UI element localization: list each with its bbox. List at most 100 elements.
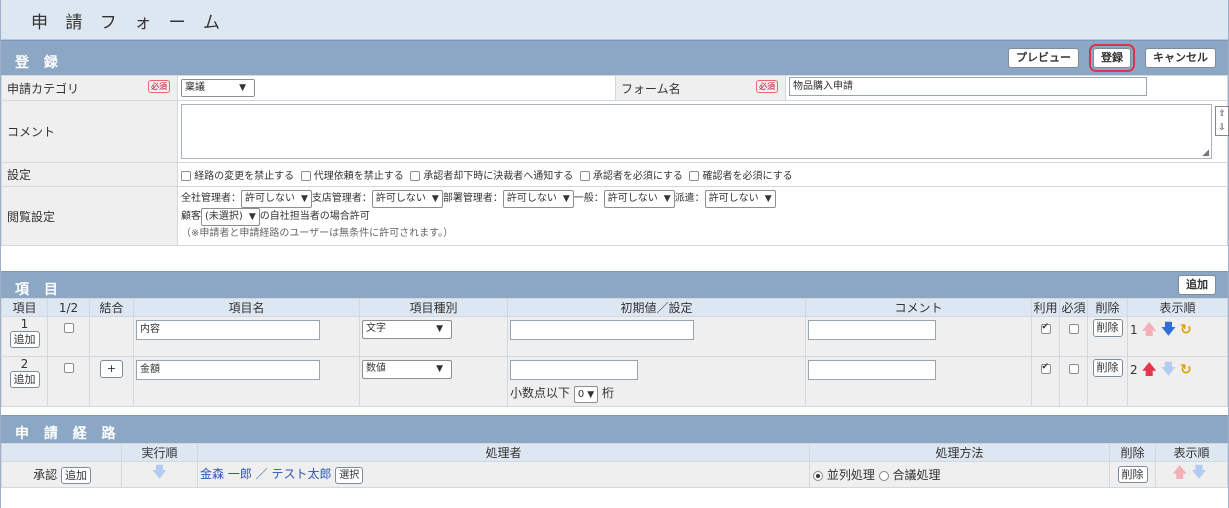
customer-permission-row: 顧客 (未選択) ▼ の自社担当者の場合許可 — [181, 208, 1227, 226]
form-name-input[interactable]: 物品購入申請 — [789, 77, 1147, 96]
checkbox-notify-on-reject[interactable] — [410, 171, 421, 181]
add-item-button[interactable]: 追加 — [1178, 275, 1216, 295]
radio-parallel[interactable] — [813, 470, 823, 481]
move-down-icon[interactable]: 🡇 — [1161, 320, 1176, 338]
perm-label: 部署管理者： — [442, 193, 503, 204]
perm-select-company-admin[interactable]: 許可しない ▼ — [241, 190, 312, 208]
select-handler-button[interactable]: 選択 — [335, 467, 364, 484]
setting-label: 代理依頼を禁止する — [313, 171, 404, 182]
revert-icon[interactable]: ↻ — [1180, 322, 1192, 338]
page-title: 申 請 フ ォ ー ム — [1, 0, 1228, 40]
item-type-cell: 数値 ▼ — [359, 356, 508, 407]
move-down-icon[interactable]: 🡇 — [152, 463, 167, 481]
expand-toggle-icon[interactable]: ⇧ ⇩ — [1215, 106, 1229, 136]
item-name-input[interactable]: 内容 — [136, 320, 320, 340]
item-type-value: 数値 — [366, 363, 386, 374]
route-table: 実行順 処理者 処理方法 削除 表示順 承認 追加 🡇 金森 一郎 ／ テスト太… — [1, 443, 1228, 488]
initial-value-cell: 小数点以下 0 ▼ 桁 — [507, 356, 806, 407]
move-up-icon[interactable]: 🡅 — [1141, 360, 1156, 378]
checkbox-no-proxy-request[interactable] — [300, 171, 311, 181]
item-type-value: 文字 — [366, 323, 386, 334]
use-checkbox[interactable] — [1040, 362, 1051, 374]
half-width-checkbox[interactable] — [63, 322, 74, 333]
dropdown-arrow-icon: ▼ — [436, 364, 443, 374]
setting-label: 確認者を必須にする — [702, 171, 793, 182]
item-comment-input[interactable] — [808, 360, 936, 380]
checkbox-no-route-change[interactable] — [181, 171, 191, 181]
comment-textarea[interactable]: ◢ ⇧ ⇩ — [181, 104, 1229, 159]
use-checkbox[interactable] — [1040, 322, 1051, 334]
decimal-select[interactable]: 0 ▼ — [573, 386, 599, 403]
col-header: 表示順 — [1127, 298, 1228, 317]
item-comment-cell — [805, 356, 1032, 407]
dropdown-arrow-icon: ▼ — [663, 194, 671, 204]
checkbox-confirmer-required[interactable] — [689, 171, 700, 181]
half-width-checkbox[interactable] — [63, 362, 74, 373]
dropdown-arrow-icon: ▼ — [239, 83, 246, 93]
category-value: 稟議 — [185, 82, 205, 93]
delete-route-button[interactable]: 削除 — [1117, 466, 1148, 483]
col-header: 項目名 — [133, 298, 360, 317]
required-checkbox[interactable] — [1068, 363, 1079, 374]
delete-item-button[interactable]: 削除 — [1092, 359, 1123, 377]
perm-select-general[interactable]: 許可しない ▼ — [603, 190, 675, 208]
delete-item-button[interactable]: 削除 — [1092, 319, 1123, 337]
item-no-cell: 1 追加 — [1, 316, 48, 357]
item-name-input[interactable]: 金額 — [136, 360, 320, 380]
handler-link[interactable]: 金森 一郎 ／ テスト太郎 — [200, 467, 331, 481]
order-cell: 2 🡅 🡇 ↻ — [1127, 356, 1228, 407]
resize-handle-icon[interactable]: ◢ — [1202, 148, 1209, 158]
move-up-icon[interactable]: 🡅 — [1141, 320, 1156, 338]
dropdown-arrow-icon: ▼ — [587, 390, 595, 400]
move-up-icon[interactable]: 🡅 — [1172, 463, 1187, 481]
order-cell: 1 🡅 🡇 ↻ — [1127, 316, 1228, 357]
radio-council[interactable] — [878, 470, 889, 481]
initial-value-cell — [507, 316, 806, 357]
item-add-button[interactable]: 追加 — [9, 331, 40, 348]
move-down-icon[interactable]: 🡇 — [1161, 360, 1176, 378]
category-select[interactable]: 稟議 ▼ — [181, 79, 255, 97]
preview-button[interactable]: プレビュー — [1008, 48, 1079, 68]
initial-value-input[interactable] — [510, 360, 638, 380]
cancel-button[interactable]: キャンセル — [1145, 48, 1216, 68]
perm-label: 全社管理者： — [181, 193, 241, 204]
view-note: （※申請者と申請経路のユーザーは無条件に許可されます。） — [181, 228, 454, 239]
initial-value-input[interactable] — [510, 320, 694, 340]
setting-label: 承認者却下時に決裁者へ通知する — [423, 171, 574, 182]
route-label-cell: 承認 追加 — [1, 461, 122, 488]
perm-select-temp[interactable]: 許可しない ▼ — [704, 190, 776, 208]
perm-value: 許可しない — [506, 193, 557, 204]
application-form-page: 申 請 フ ォ ー ム 登 録 プレビュー 登録 キャンセル 申請カテゴリ 必須… — [0, 0, 1229, 508]
comment-label: コメント — [1, 100, 178, 163]
col-header: 実行順 — [121, 443, 198, 462]
col-header: 項目 — [1, 298, 48, 317]
required-cell — [1059, 316, 1088, 357]
required-badge: 必須 — [148, 79, 170, 93]
item-type-select[interactable]: 文字 ▼ — [362, 320, 452, 339]
item-type-select[interactable]: 数値 ▼ — [362, 360, 452, 379]
col-header: 削除 — [1087, 298, 1128, 317]
col-header: 表示順 — [1155, 443, 1228, 462]
submit-button[interactable]: 登録 — [1089, 44, 1135, 72]
join-button[interactable]: + — [99, 360, 124, 378]
customer-select[interactable]: (未選択) ▼ — [201, 208, 260, 226]
move-down-icon[interactable]: 🡇 — [1191, 463, 1206, 481]
form-name-label: フォーム名 — [621, 81, 681, 96]
revert-icon[interactable]: ↻ — [1180, 362, 1192, 378]
perm-label: 派遣： — [674, 193, 705, 204]
exec-order-cell: 🡇 — [121, 461, 198, 488]
route-add-button[interactable]: 追加 — [61, 467, 91, 484]
half-cell — [47, 316, 90, 357]
item-add-button[interactable]: 追加 — [9, 371, 40, 388]
route-section-header: 申 請 経 路 — [1, 415, 1228, 443]
perm-select-branch-admin[interactable]: 許可しない ▼ — [371, 190, 443, 208]
required-checkbox[interactable] — [1068, 323, 1079, 334]
item-comment-input[interactable] — [808, 320, 936, 340]
items-heading: 項 目 — [15, 282, 63, 298]
perm-select-dept-admin[interactable]: 許可しない ▼ — [502, 190, 574, 208]
checkbox-approver-required[interactable] — [579, 171, 590, 181]
item-name-cell: 内容 — [133, 316, 360, 357]
handler-cell: 金森 一郎 ／ テスト太郎 選択 — [197, 461, 810, 488]
